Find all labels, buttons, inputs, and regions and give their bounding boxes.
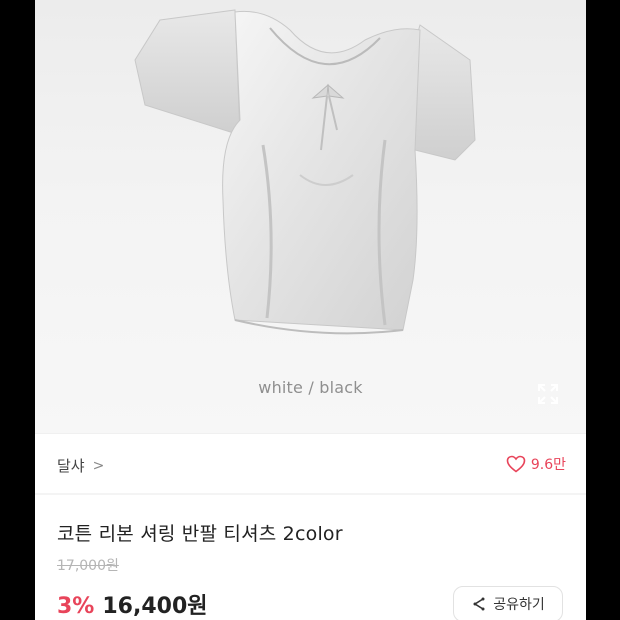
share-label: 공유하기 [493, 597, 545, 613]
original-price: 17,000원 [57, 558, 119, 574]
sale-price: 16,400원 [102, 594, 208, 619]
product-page: white / black 달샤 > 9.6만 코튼 리본 셔링 반팔 티셔츠 … [35, 0, 586, 620]
divider [35, 433, 586, 434]
section-separator [35, 493, 586, 495]
like-count: 9.6만 [530, 457, 566, 473]
heart-icon [506, 455, 526, 473]
share-button[interactable]: 공유하기 [453, 586, 563, 620]
price-row: 3% 16,400원 [57, 588, 208, 620]
product-title: 코튼 리본 셔링 반팔 티셔츠 2color [57, 523, 343, 545]
product-image-area[interactable]: white / black [35, 0, 586, 433]
shop-name: 달샤 [57, 457, 85, 475]
discount-rate: 3% [57, 594, 95, 619]
image-caption: white / black [258, 378, 363, 397]
like-button[interactable]: 9.6만 [506, 454, 566, 474]
expand-icon[interactable] [537, 383, 559, 405]
share-icon [473, 597, 485, 611]
product-image [134, 9, 476, 335]
shop-link[interactable]: 달샤 > [57, 455, 104, 476]
chevron-right-icon: > [92, 457, 105, 474]
